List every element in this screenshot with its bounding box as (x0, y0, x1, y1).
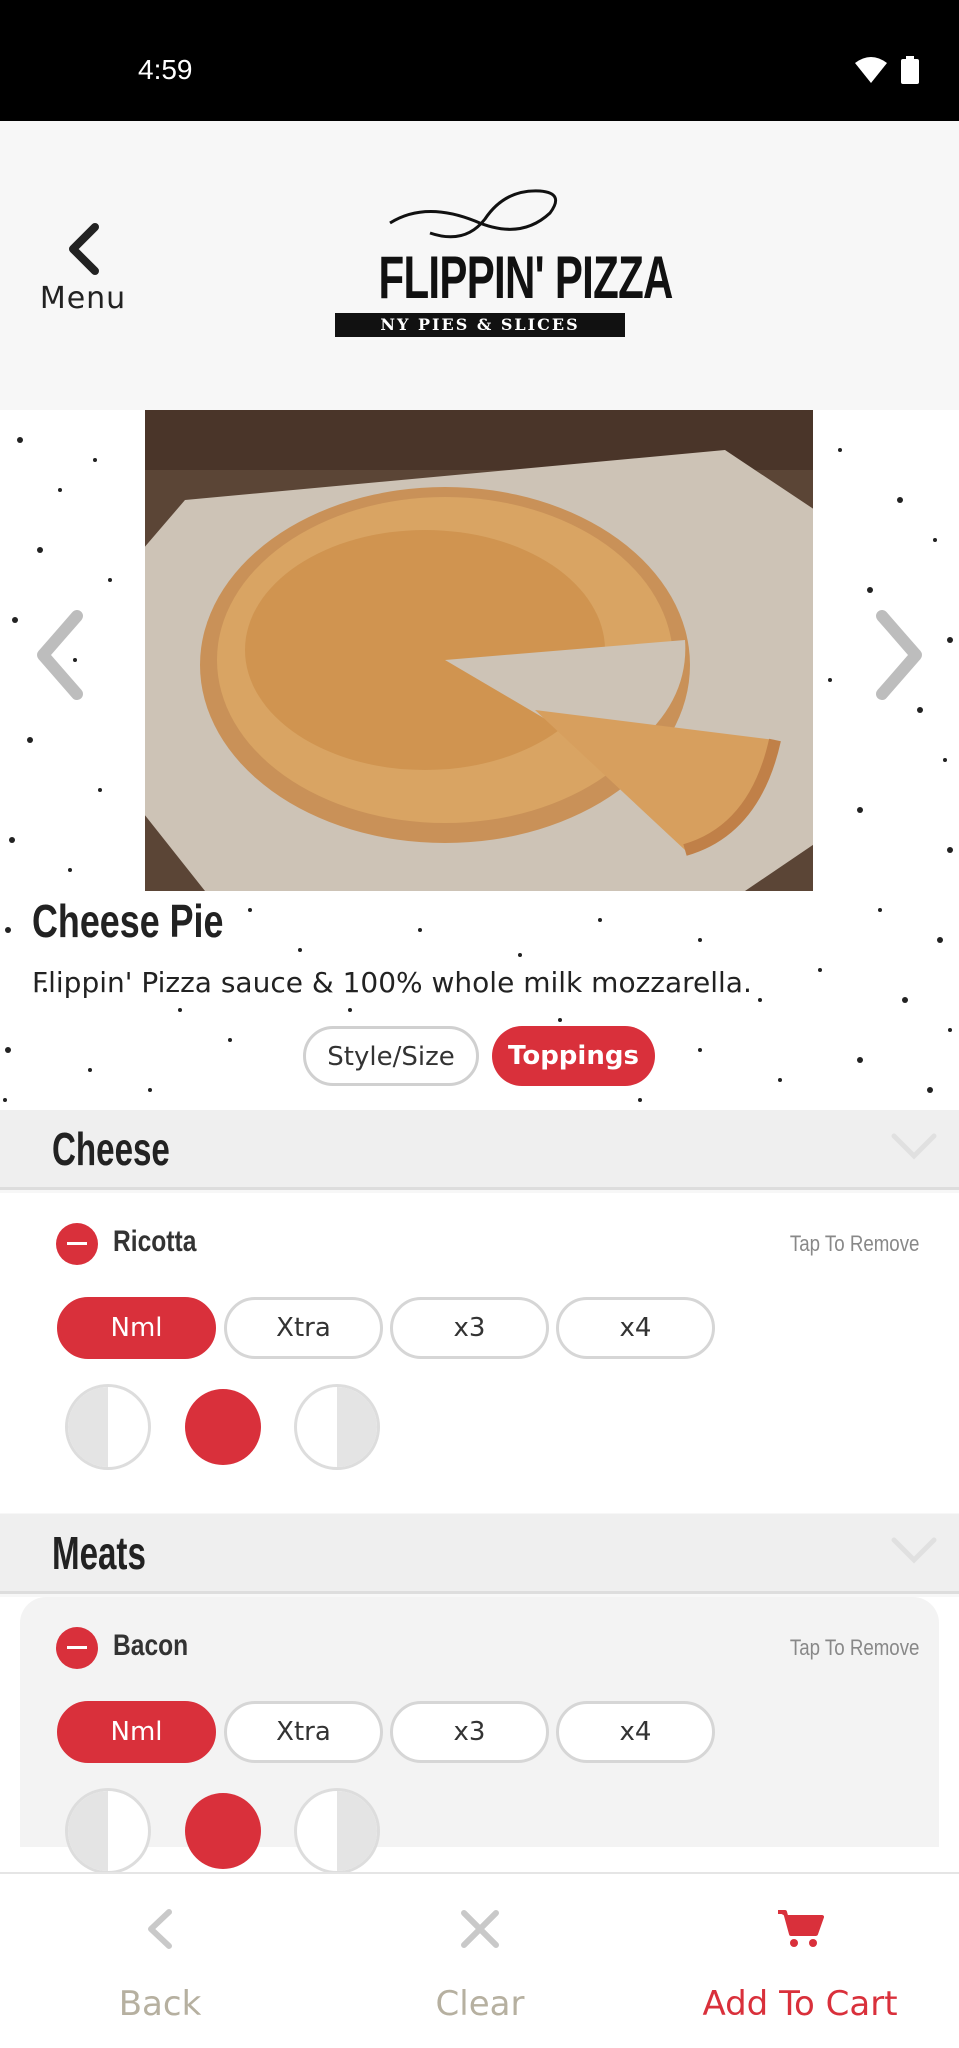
chevron-left-icon (69, 223, 99, 275)
remove-topping-button[interactable] (56, 1223, 98, 1265)
back-to-menu-label: Menu (39, 281, 127, 316)
amount-option-nml[interactable]: Nml (57, 1701, 216, 1763)
right-half-placement-button[interactable] (294, 1384, 380, 1470)
close-icon (461, 1910, 499, 1948)
brand-logo: FLIPPIN' PIZZA NY PIES & SLICES (335, 183, 674, 343)
topping-name: Bacon (113, 1629, 189, 1662)
bottom-action-bar: Back Clear Add To Cart (0, 1872, 959, 2048)
section-header-cheese[interactable]: Cheese (0, 1110, 959, 1190)
right-half-placement-button[interactable] (294, 1788, 380, 1872)
product-title: Cheese Pie (32, 895, 224, 947)
amount-option-xtra[interactable]: Xtra (224, 1297, 383, 1359)
left-half-placement-button[interactable] (65, 1788, 151, 1872)
back-to-menu-button[interactable]: Menu (38, 223, 128, 316)
section-header-meats[interactable]: Meats (0, 1514, 959, 1594)
chevron-down-icon (891, 1537, 937, 1564)
add-to-cart-button[interactable]: Add To Cart (640, 1874, 959, 2048)
product-image (145, 410, 813, 891)
product-hero: Cheese Pie Flippin' Pizza sauce & 100% w… (0, 410, 959, 1110)
topping-item-ricotta: Ricotta Tap To Remove Nml Xtra x3 x4 (0, 1193, 959, 1513)
battery-icon (901, 56, 919, 84)
amount-option-x4[interactable]: x4 (556, 1701, 715, 1763)
status-bar: 4:59 (0, 0, 959, 121)
amount-option-x4[interactable]: x4 (556, 1297, 715, 1359)
status-time: 4:59 (138, 54, 193, 85)
amount-option-xtra[interactable]: Xtra (224, 1701, 383, 1763)
cart-icon (778, 1910, 824, 1947)
section-title: Cheese (52, 1123, 170, 1175)
back-label: Back (118, 1984, 202, 2024)
left-half-placement-button[interactable] (65, 1384, 151, 1470)
topping-item-bacon: Bacon Tap To Remove Nml Xtra x3 x4 (0, 1597, 959, 1872)
cheese-pizza-image (145, 410, 813, 891)
logo-wordmark: FLIPPIN' PIZZA (378, 244, 674, 311)
whole-placement-button[interactable] (185, 1389, 261, 1465)
back-button[interactable]: Back (0, 1874, 320, 2048)
tap-to-remove-link[interactable]: Tap To Remove (789, 1635, 919, 1661)
amount-option-x3[interactable]: x3 (390, 1297, 549, 1359)
clear-button[interactable]: Clear (320, 1874, 640, 2048)
app-header: Menu FLIPPIN' PIZZA NY PIES & SLICES (0, 121, 959, 410)
wifi-icon (855, 57, 887, 83)
add-to-cart-label: Add To Cart (702, 1984, 898, 2024)
product-description: Flippin' Pizza sauce & 100% whole milk m… (32, 966, 752, 999)
chevron-down-icon (891, 1133, 937, 1160)
next-image-arrow[interactable] (874, 610, 924, 700)
logo-swirl-icon (389, 189, 558, 239)
tab-style-size[interactable]: Style/Size (303, 1026, 479, 1086)
topping-name: Ricotta (113, 1225, 197, 1258)
status-icons (855, 56, 919, 84)
amount-option-x3[interactable]: x3 (390, 1701, 549, 1763)
clear-label: Clear (435, 1984, 525, 2024)
section-title: Meats (52, 1527, 146, 1579)
amount-option-nml[interactable]: Nml (57, 1297, 216, 1359)
remove-topping-button[interactable] (56, 1627, 98, 1669)
previous-image-arrow[interactable] (35, 610, 85, 700)
tab-toppings[interactable]: Toppings (492, 1026, 655, 1086)
logo-tagline: NY PIES & SLICES (335, 313, 625, 337)
chevron-left-icon (148, 1909, 172, 1949)
whole-placement-button[interactable] (185, 1793, 261, 1869)
tap-to-remove-link[interactable]: Tap To Remove (789, 1231, 919, 1257)
